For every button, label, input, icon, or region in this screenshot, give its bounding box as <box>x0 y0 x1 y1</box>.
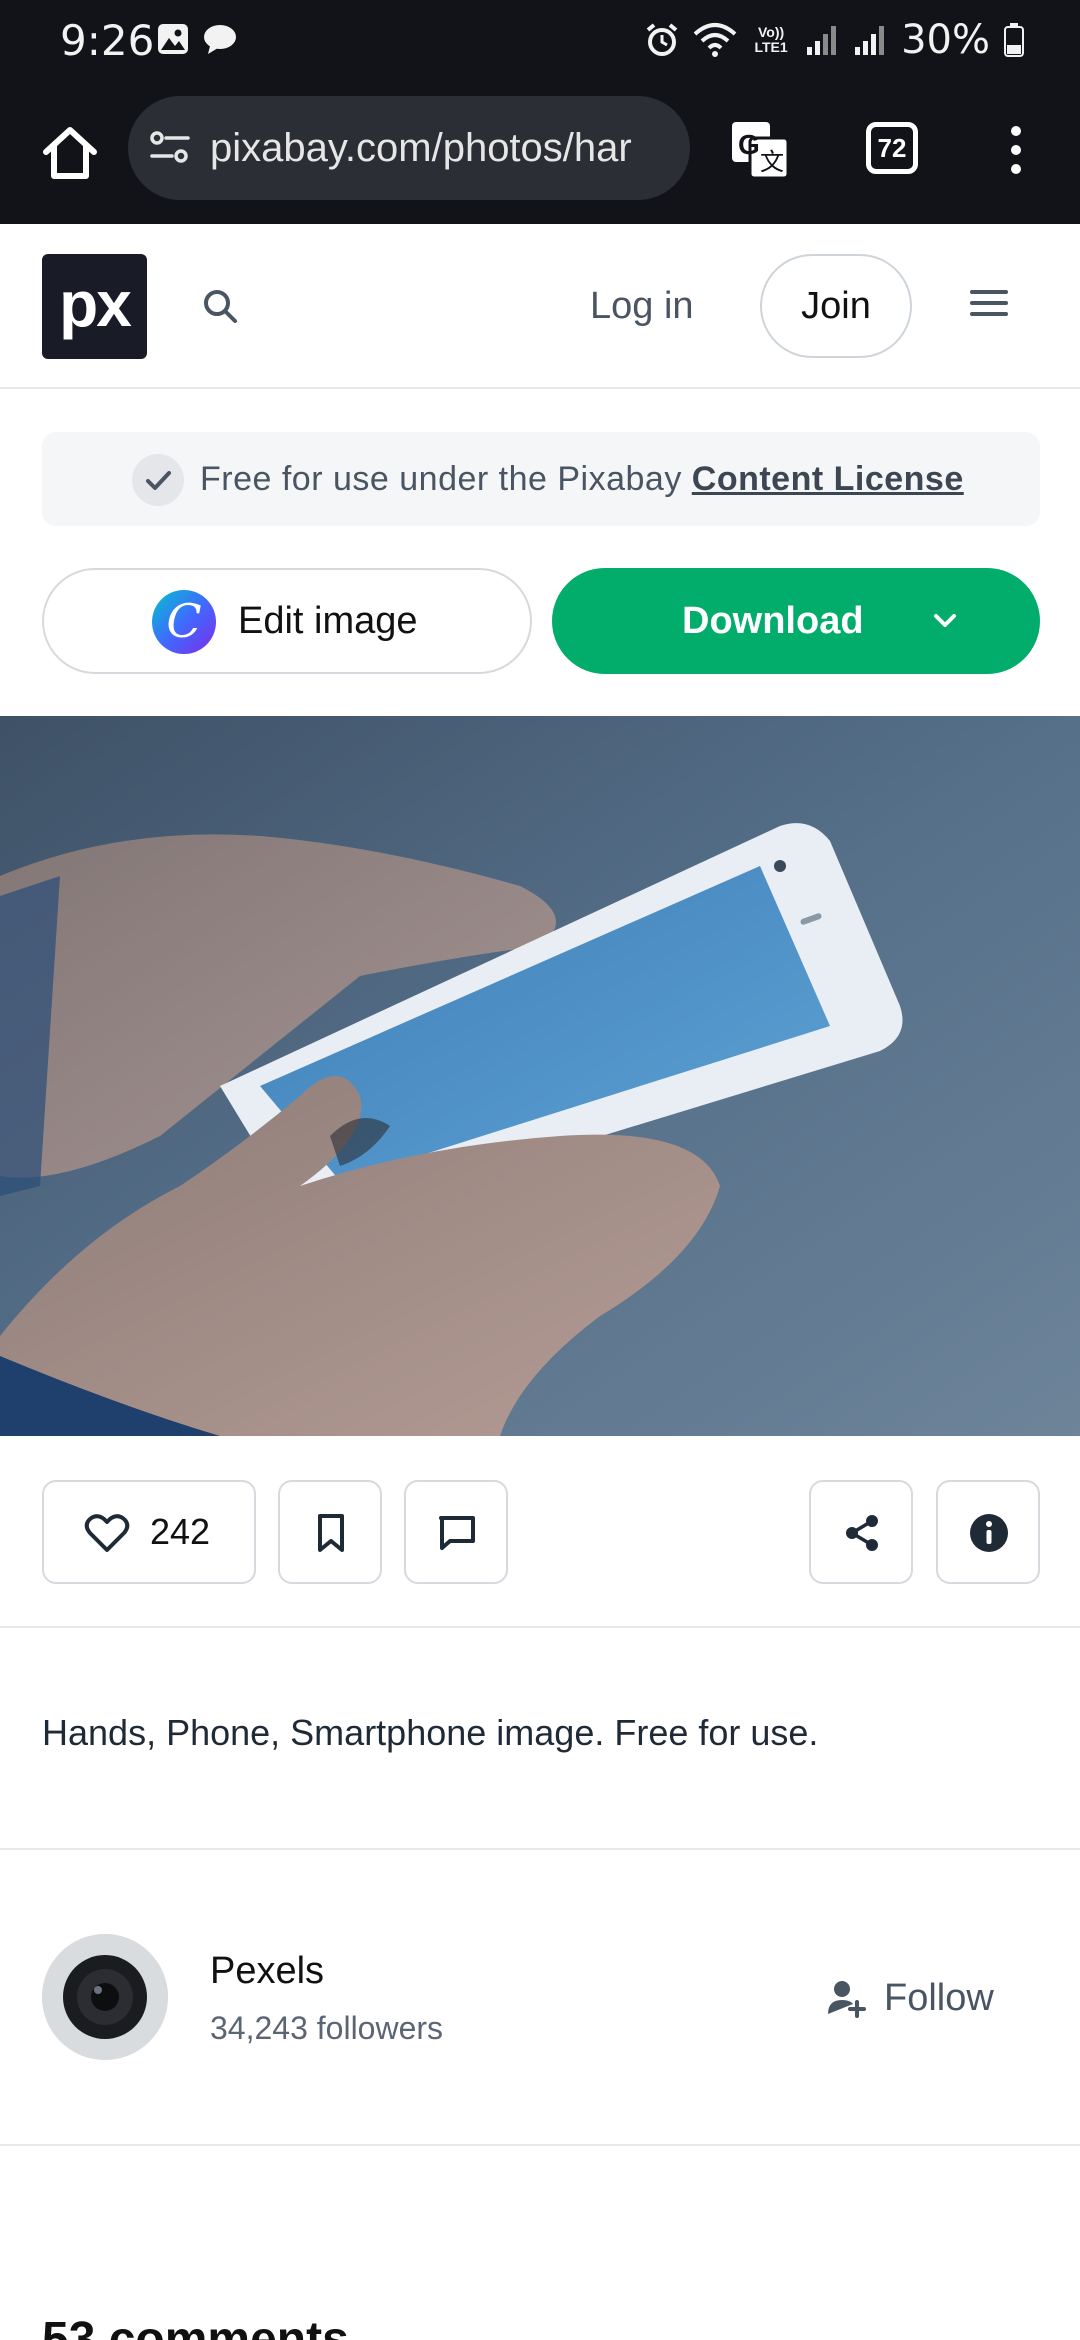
status-bar: 9:26 Vo)) LTE1 30% <box>0 0 1080 82</box>
author-followers: 34,243 followers <box>210 2010 444 2046</box>
image-stats-row: 242 <box>0 1436 1080 1628</box>
svg-text:G: G <box>738 129 760 160</box>
comment-icon <box>439 1516 475 1550</box>
canva-icon: C <box>152 590 216 654</box>
status-time: 9:26 <box>60 16 155 65</box>
image-description-section: Hands, Phone, Smartphone image. Free for… <box>0 1628 1080 1850</box>
search-icon[interactable] <box>200 286 240 326</box>
heart-icon <box>84 1514 130 1552</box>
license-prefix: Free for use under the Pixabay <box>200 460 692 498</box>
edit-image-button[interactable]: C Edit image <box>42 568 532 674</box>
check-icon <box>132 454 184 506</box>
volte-icon: Vo)) LTE1 <box>754 24 788 55</box>
address-bar[interactable]: pixabay.com/photos/har <box>128 96 690 200</box>
messages-icon <box>204 25 236 54</box>
site-settings-icon[interactable] <box>148 126 192 170</box>
license-text: Free for use under the Pixabay Content L… <box>200 432 964 526</box>
chevron-down-icon <box>934 614 956 627</box>
pixabay-logo[interactable]: px <box>42 254 147 359</box>
follow-button[interactable]: Follow <box>826 1958 1016 2038</box>
login-link[interactable]: Log in <box>590 276 694 336</box>
share-icon <box>846 1515 878 1551</box>
gallery-icon <box>158 24 188 54</box>
signal-icon <box>807 26 837 55</box>
author-section: Pexels 34,243 followers Follow <box>0 1850 1080 2146</box>
author-avatar[interactable] <box>42 1934 168 2060</box>
alarm-icon <box>646 23 678 56</box>
signal-icon-2 <box>855 26 885 55</box>
browser-toolbar: pixabay.com/photos/har G 文 72 <box>0 82 1080 224</box>
battery-icon <box>1004 23 1024 57</box>
battery-percent: 30% <box>901 17 990 63</box>
comment-button[interactable] <box>404 1480 508 1584</box>
add-user-icon <box>828 1981 866 2018</box>
hamburger-menu-icon[interactable] <box>970 290 1008 320</box>
home-icon[interactable] <box>36 120 104 188</box>
hands-smartphone-photo <box>0 716 1080 1436</box>
wifi-icon <box>693 23 737 57</box>
follow-label: Follow <box>884 1977 994 2019</box>
edit-image-label: Edit image <box>238 600 418 642</box>
translate-icon[interactable]: G 文 <box>728 118 792 182</box>
status-right-group: Vo)) LTE1 30% <box>645 16 1024 64</box>
join-button[interactable]: Join <box>760 254 912 358</box>
more-menu-icon[interactable] <box>1004 120 1028 184</box>
svg-text:文: 文 <box>760 148 784 176</box>
image-description: Hands, Phone, Smartphone image. Free for… <box>42 1712 819 1753</box>
download-button[interactable]: Download <box>552 568 1040 674</box>
content-license-link[interactable]: Content License <box>692 460 964 498</box>
like-count: 242 <box>150 1511 211 1552</box>
license-banner: Free for use under the Pixabay Content L… <box>42 432 1040 526</box>
bookmark-icon <box>318 1514 344 1552</box>
tab-switcher-button[interactable]: 72 <box>866 122 918 174</box>
bookmark-button[interactable] <box>278 1480 382 1584</box>
info-button[interactable] <box>936 1480 1040 1584</box>
main-photo[interactable] <box>0 716 1080 1436</box>
share-button[interactable] <box>809 1480 913 1584</box>
like-button[interactable]: 242 <box>42 1480 256 1584</box>
download-label: Download <box>682 600 864 642</box>
comments-heading: 53 comments <box>42 2313 349 2340</box>
author-name[interactable]: Pexels <box>210 1950 324 1993</box>
info-icon <box>970 1514 1008 1552</box>
url-text[interactable]: pixabay.com/photos/har <box>210 96 680 200</box>
site-header: px Log in Join <box>0 224 1080 389</box>
